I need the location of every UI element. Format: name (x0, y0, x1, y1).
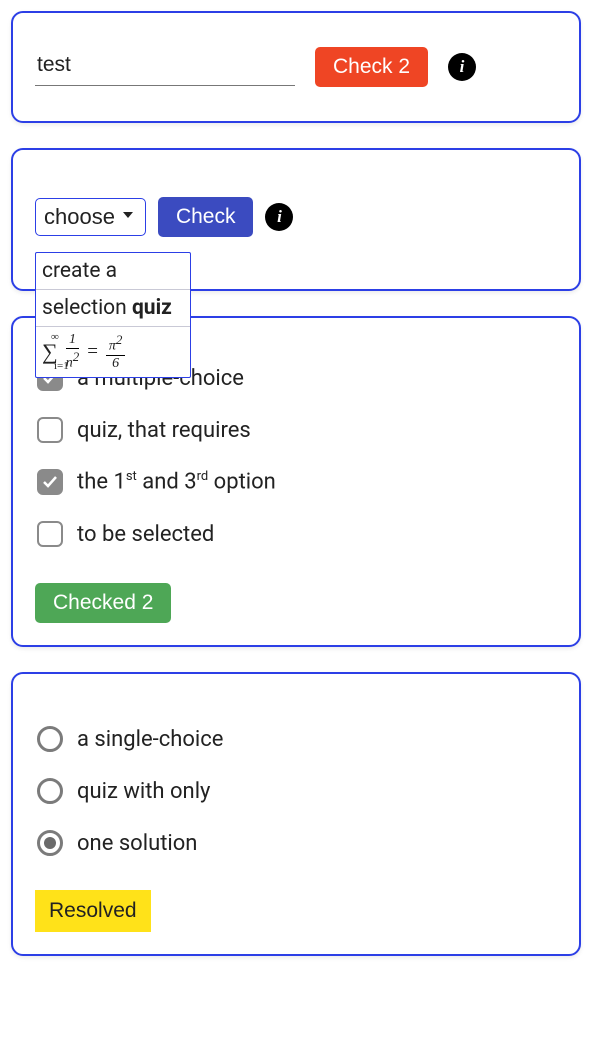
checkbox-option[interactable]: quiz, that requires (37, 417, 557, 443)
dropdown-item-text: selection (42, 296, 132, 320)
resolved-button[interactable]: Resolved (35, 890, 151, 932)
select-card: choose Check i create a selection quiz ∑… (11, 148, 581, 291)
caret-down-icon (123, 212, 133, 218)
dropdown-item-selection-quiz[interactable]: selection quiz (36, 289, 190, 326)
checked-button[interactable]: Checked 2 (35, 583, 171, 623)
check-icon (42, 474, 58, 490)
radio[interactable] (37, 726, 63, 752)
checkbox[interactable] (37, 469, 63, 495)
card4-button-row: Resolved (35, 890, 557, 932)
choose-label: choose (44, 204, 115, 230)
option-label: quiz with only (77, 779, 210, 804)
radio[interactable] (37, 830, 63, 856)
option-label: quiz, that requires (77, 418, 251, 443)
checkbox[interactable] (37, 417, 63, 443)
checkbox[interactable] (37, 521, 63, 547)
equals-sign: = (87, 341, 98, 363)
single-choice-card: a single-choice quiz with only one solutio… (11, 672, 581, 956)
option-label: the 1st and 3rd option (77, 469, 276, 494)
radio-option[interactable]: one solution (37, 830, 557, 856)
option-label: one solution (77, 831, 197, 856)
option-label: a single-choice (77, 727, 223, 752)
fraction-pi2-over-6: π26 (106, 333, 126, 371)
radio-dot (44, 837, 56, 849)
text-input-card: Check 2 i (11, 11, 581, 123)
option-label: to be selected (77, 522, 214, 547)
dropdown-menu: create a selection quiz ∑∞i=1 1n2 = π26 (35, 252, 191, 378)
dropdown-item-create[interactable]: create a (36, 253, 190, 289)
radio-list: a single-choice quiz with only one solutio… (35, 696, 557, 890)
radio-option[interactable]: a single-choice (37, 726, 557, 752)
check-button[interactable]: Check 2 (315, 47, 428, 87)
text-input[interactable] (35, 49, 295, 86)
checkbox-option[interactable]: the 1st and 3rd option (37, 469, 557, 495)
card3-button-row: Checked 2 (35, 581, 557, 623)
dropdown-item-bold: quiz (132, 296, 172, 320)
info-icon[interactable]: i (448, 53, 476, 81)
dropdown-item-formula[interactable]: ∑∞i=1 1n2 = π26 (36, 326, 190, 377)
check-button[interactable]: Check (158, 197, 254, 237)
sigma-symbol: ∑∞i=1 (42, 339, 58, 365)
radio[interactable] (37, 778, 63, 804)
radio-option[interactable]: quiz with only (37, 778, 557, 804)
card1-row: Check 2 i (35, 35, 557, 99)
choose-dropdown-button[interactable]: choose (35, 198, 146, 236)
checkbox-option[interactable]: to be selected (37, 521, 557, 547)
info-icon[interactable]: i (265, 203, 293, 231)
